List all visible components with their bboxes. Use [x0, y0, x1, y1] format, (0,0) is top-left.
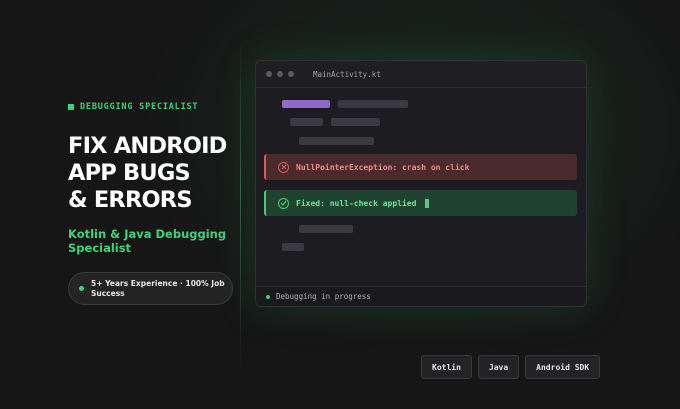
error-x-icon	[278, 161, 289, 173]
status-text: Debugging in progress	[276, 292, 371, 301]
code-editor-window: MainActivity.kt NullPointerException: cr…	[255, 60, 587, 307]
check-icon	[278, 197, 289, 209]
vertical-divider	[240, 40, 241, 370]
fixed-line: Fixed: null-check applied	[264, 190, 577, 216]
title-line-2: APP BUGS	[68, 160, 191, 186]
error-line: NullPointerException: crash on click	[264, 154, 577, 180]
subtitle: Kotlin & Java Debugging Specialist	[68, 227, 227, 255]
experience-badge-label: 5+ Years Experience · 100% Job Success	[91, 278, 225, 298]
tech-tags: Kotlin Java Android SDK	[421, 355, 601, 379]
status-dot-icon	[266, 294, 270, 299]
eyebrow: DEBUGGING SPECIALIST	[68, 102, 198, 112]
title-line-3: & ERRORS	[68, 187, 193, 213]
title-line-1: FIX ANDROID	[68, 133, 227, 159]
editor-titlebar: MainActivity.kt	[256, 61, 586, 88]
tag-kotlin: Kotlin	[421, 355, 472, 379]
square-bullet-icon	[68, 104, 74, 110]
code-line-placeholder	[299, 137, 374, 145]
page-title: FIX ANDROID APP BUGS & ERRORS	[68, 133, 238, 214]
window-dot-icon	[288, 71, 294, 77]
text-cursor-icon	[425, 198, 430, 208]
window-dot-icon	[266, 71, 272, 77]
fixed-message: Fixed: null-check applied	[296, 198, 417, 208]
error-message: NullPointerException: crash on click	[296, 162, 470, 172]
tag-java: Java	[477, 355, 520, 379]
code-line-placeholder	[338, 100, 408, 108]
window-dot-icon	[277, 71, 283, 77]
code-line-placeholder	[282, 243, 304, 251]
code-line-placeholder	[290, 118, 323, 126]
experience-badge: 5+ Years Experience · 100% Job Success	[68, 272, 233, 305]
dot-icon	[79, 286, 84, 291]
code-line-placeholder	[282, 100, 330, 108]
editor-filename: MainActivity.kt	[313, 69, 381, 79]
code-line-placeholder	[299, 225, 353, 233]
status-bar: Debugging in progress	[256, 286, 586, 306]
code-line-placeholder	[331, 118, 380, 126]
eyebrow-label: DEBUGGING SPECIALIST	[80, 102, 199, 112]
tag-android-sdk: Android SDK	[525, 355, 601, 379]
